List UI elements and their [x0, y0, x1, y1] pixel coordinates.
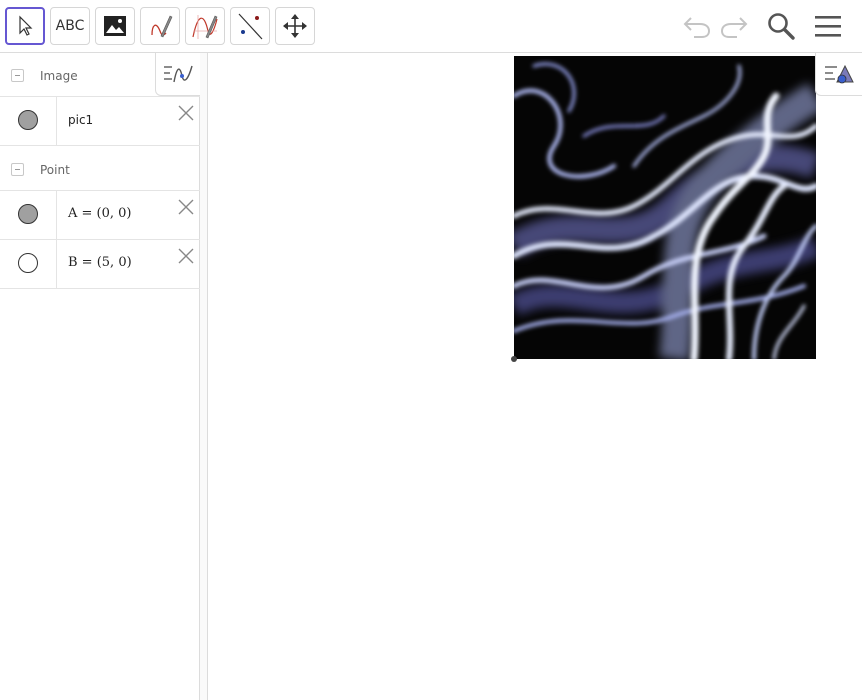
function-pen-icon: [192, 15, 218, 39]
move-arrows-icon: [283, 14, 307, 38]
algebra-view: Image pic1 Point A = (0, 0) B = (5, 0): [0, 53, 200, 700]
arrow-cursor-icon: [19, 15, 33, 36]
text-icon: ABC: [55, 18, 85, 34]
group-label: Image: [40, 69, 78, 83]
menu-button[interactable]: [812, 10, 844, 42]
text-tool-button[interactable]: ABC: [50, 7, 90, 45]
visibility-marble-icon[interactable]: [18, 110, 38, 130]
algebra-expression[interactable]: pic1: [68, 113, 93, 127]
marble-cell: [0, 240, 57, 288]
function-inspector-tool-button[interactable]: [185, 7, 225, 45]
close-icon[interactable]: [176, 246, 196, 266]
style-bar-shapes-icon: [825, 64, 854, 84]
move-tool-button[interactable]: [5, 7, 45, 45]
algebra-row-pic1[interactable]: pic1: [0, 97, 200, 146]
visibility-marble-icon[interactable]: [18, 253, 38, 273]
line-through-points-icon: [238, 13, 263, 40]
point-a-marker[interactable]: [511, 356, 517, 362]
move-graphics-view-tool-button[interactable]: [275, 7, 315, 45]
search-icon: [768, 13, 795, 40]
undo-icon: [683, 17, 711, 38]
collapse-icon[interactable]: [11, 163, 24, 176]
toolbar: ABC: [0, 0, 862, 53]
redo-button[interactable]: [718, 10, 750, 42]
line-tool-button[interactable]: [230, 7, 270, 45]
search-button[interactable]: [765, 10, 797, 42]
algebra-row-point-b[interactable]: B = (5, 0): [0, 240, 200, 289]
image-pic1[interactable]: [514, 56, 816, 359]
visibility-marble-icon[interactable]: [18, 204, 38, 224]
algebra-expression[interactable]: A = (0, 0): [68, 206, 132, 221]
algebra-row-point-a[interactable]: A = (0, 0): [0, 191, 200, 240]
algebra-style-bar-button[interactable]: [155, 53, 201, 96]
image-icon: [104, 16, 126, 36]
graphics-style-bar-button[interactable]: [815, 53, 862, 96]
image-tool-button[interactable]: [95, 7, 135, 45]
algebra-expression[interactable]: B = (5, 0): [68, 255, 132, 270]
close-icon[interactable]: [176, 197, 196, 217]
view-divider[interactable]: [200, 53, 208, 700]
redo-icon: [720, 17, 748, 38]
hamburger-menu-icon: [815, 16, 841, 37]
pen-tool-button[interactable]: [140, 7, 180, 45]
marble-cell: [0, 191, 57, 239]
smoke-image: [514, 56, 816, 359]
marble-cell: [0, 97, 57, 145]
close-icon[interactable]: [176, 103, 196, 123]
collapse-icon[interactable]: [11, 69, 24, 82]
pen-icon: [151, 15, 173, 38]
group-label: Point: [40, 163, 70, 177]
undo-button[interactable]: [681, 10, 713, 42]
style-bar-graph-icon: [164, 65, 193, 83]
group-header-point[interactable]: Point: [0, 147, 200, 191]
